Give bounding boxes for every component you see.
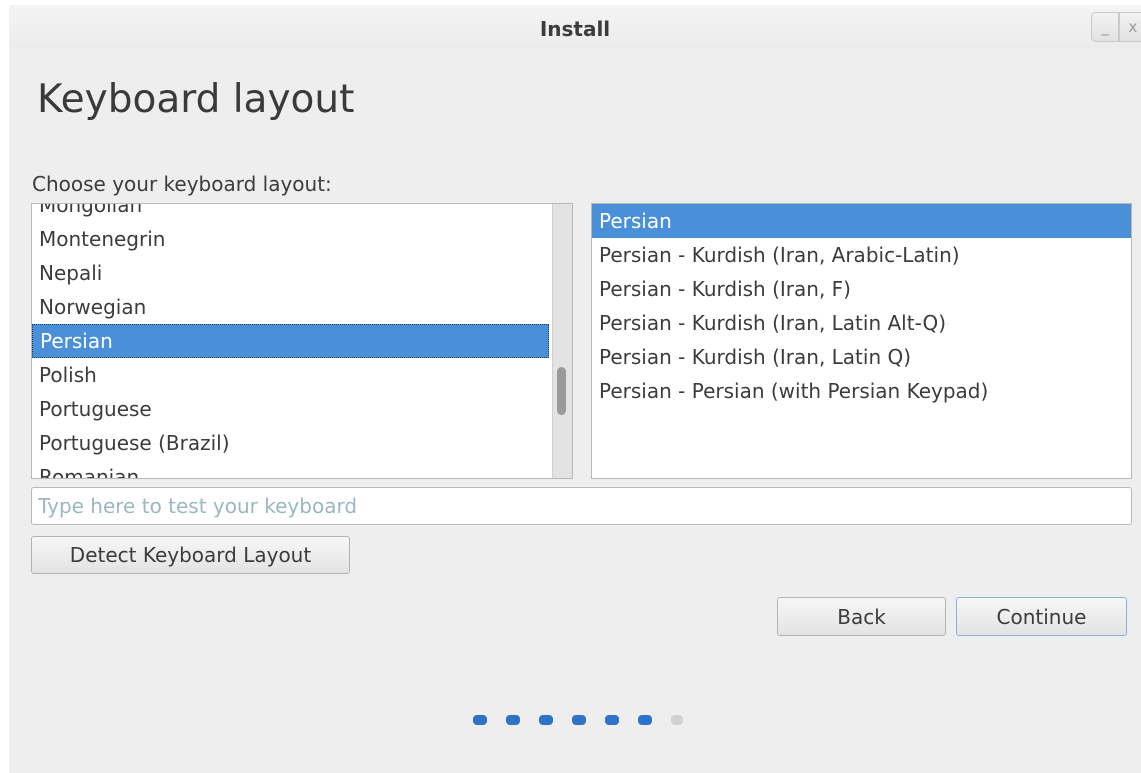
window-title: Install xyxy=(539,17,611,41)
page-title: Keyboard layout xyxy=(37,77,355,122)
layout-list-item[interactable]: Polish xyxy=(32,358,551,392)
layout-list-item[interactable]: Norwegian xyxy=(32,290,551,324)
layout-list-scrollbar[interactable] xyxy=(552,204,572,478)
variant-list-item[interactable]: Persian - Kurdish (Iran, Arabic-Latin) xyxy=(592,238,1131,272)
installer-window: Install _ x Keyboard layout Choose your … xyxy=(9,5,1141,773)
variant-list-item[interactable]: Persian - Kurdish (Iran, Latin Alt-Q) xyxy=(592,306,1131,340)
layout-list-scroll-thumb[interactable] xyxy=(557,367,566,415)
back-button[interactable]: Back xyxy=(777,597,946,636)
progress-dot xyxy=(539,715,553,725)
layout-list-item[interactable]: Montenegrin xyxy=(32,222,551,256)
keyboard-test-input[interactable] xyxy=(31,487,1132,525)
minimize-icon[interactable]: _ xyxy=(1091,12,1119,42)
layout-list-item[interactable]: Portuguese xyxy=(32,392,551,426)
variant-list-item[interactable]: Persian xyxy=(592,204,1131,238)
progress-dot xyxy=(671,715,683,725)
detect-keyboard-layout-button[interactable]: Detect Keyboard Layout xyxy=(31,536,350,574)
progress-dot xyxy=(572,715,586,725)
close-icon[interactable]: x xyxy=(1119,12,1141,42)
progress-dot xyxy=(506,715,520,725)
variant-list-item[interactable]: Persian - Persian (with Persian Keypad) xyxy=(592,374,1131,408)
layout-prompt-label: Choose your keyboard layout: xyxy=(32,172,332,196)
window-controls: _ x xyxy=(1091,12,1141,42)
layout-list-item[interactable]: Romanian xyxy=(32,460,551,478)
keyboard-layout-items: Mongolian Montenegrin Nepali Norwegian Persi… xyxy=(32,204,551,478)
progress-dot xyxy=(605,715,619,725)
keyboard-layout-list[interactable]: Mongolian Montenegrin Nepali Norwegian Persi… xyxy=(31,203,573,479)
layout-list-item[interactable]: Mongolian xyxy=(32,204,551,222)
layout-list-item[interactable]: Portuguese (Brazil) xyxy=(32,426,551,460)
progress-dot xyxy=(638,715,652,725)
variant-list-item[interactable]: Persian - Kurdish (Iran, F) xyxy=(592,272,1131,306)
keyboard-variant-items: Persian Persian - Kurdish (Iran, Arabic-L… xyxy=(592,204,1131,408)
progress-dot xyxy=(473,715,487,725)
keyboard-variant-list[interactable]: Persian Persian - Kurdish (Iran, Arabic-L… xyxy=(591,203,1132,479)
continue-button[interactable]: Continue xyxy=(956,597,1127,636)
variant-list-item[interactable]: Persian - Kurdish (Iran, Latin Q) xyxy=(592,340,1131,374)
install-progress-dots xyxy=(473,715,702,725)
layout-list-item[interactable]: Nepali xyxy=(32,256,551,290)
layout-list-item[interactable]: Persian xyxy=(32,324,549,358)
title-bar[interactable]: Install _ x xyxy=(9,5,1141,49)
